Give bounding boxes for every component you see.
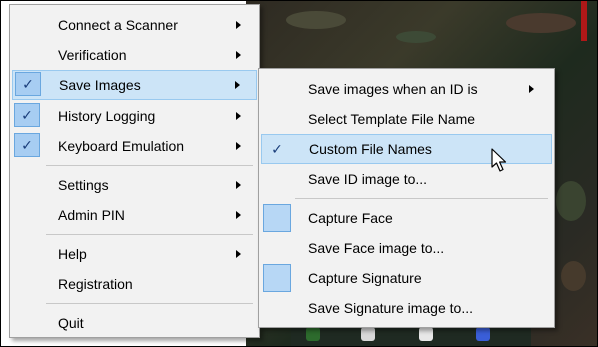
submenu-arrow-icon <box>235 81 240 89</box>
menu-item-label: Connect a Scanner <box>58 17 178 33</box>
unchecked-box-icon <box>263 264 291 292</box>
submenu-arrow-icon <box>236 112 241 120</box>
submenu-item-capture-face[interactable]: Capture Face <box>261 203 552 233</box>
save-images-submenu: Save images when an ID is Select Templat… <box>258 68 555 328</box>
taskbar-app-icon[interactable] <box>361 327 375 341</box>
taskbar-app-icon[interactable] <box>306 327 320 341</box>
menu-separator <box>46 303 253 304</box>
menu-item-label: Save images when an ID is <box>308 81 478 97</box>
submenu-arrow-icon <box>236 142 241 150</box>
menu-item-save-images[interactable]: ✓ Save Images <box>12 70 257 100</box>
mouse-pointer-icon <box>491 148 507 172</box>
taskbar-app-icon[interactable] <box>419 327 433 341</box>
menu-item-label: Verification <box>58 47 127 63</box>
submenu-arrow-icon <box>236 51 241 59</box>
menu-item-settings[interactable]: Settings <box>12 170 257 200</box>
checkmark-icon: ✓ <box>15 72 41 96</box>
checkmark-icon: ✓ <box>14 103 40 127</box>
menu-item-label: Admin PIN <box>58 207 125 223</box>
background-window-edge <box>581 1 587 41</box>
menu-separator <box>46 165 253 166</box>
menu-item-label: Capture Signature <box>308 270 422 286</box>
menu-item-admin-pin[interactable]: Admin PIN <box>12 200 257 230</box>
submenu-item-select-template-file-name[interactable]: Select Template File Name <box>261 104 552 134</box>
menu-item-label: Save ID image to... <box>308 171 428 187</box>
unchecked-box-icon <box>263 204 291 232</box>
menu-item-help[interactable]: Help <box>12 239 257 269</box>
submenu-arrow-icon <box>236 211 241 219</box>
menu-item-label: Settings <box>58 177 109 193</box>
menu-item-registration[interactable]: Registration <box>12 269 257 299</box>
menu-item-label: Capture Face <box>308 210 393 226</box>
menu-item-label: Custom File Names <box>309 141 432 157</box>
checkmark-icon: ✓ <box>271 140 283 157</box>
submenu-arrow-icon <box>529 85 534 93</box>
menu-item-label: History Logging <box>58 108 156 124</box>
menu-item-verification[interactable]: Verification <box>12 40 257 70</box>
menu-item-label: Select Template File Name <box>308 111 476 127</box>
checkmark-icon: ✓ <box>14 133 40 157</box>
submenu-arrow-icon <box>236 21 241 29</box>
menu-item-label: Registration <box>58 276 133 292</box>
menu-item-label: Quit <box>58 315 84 331</box>
submenu-item-save-images-when-id-is[interactable]: Save images when an ID is <box>261 74 552 104</box>
menu-item-label: Help <box>58 246 87 262</box>
submenu-arrow-icon <box>236 250 241 258</box>
taskbar-app-icon[interactable] <box>476 327 490 341</box>
menu-item-label: Keyboard Emulation <box>58 138 185 154</box>
menu-separator <box>46 234 253 235</box>
menu-item-label: Save Signature image to... <box>308 300 473 316</box>
menu-item-connect-a-scanner[interactable]: Connect a Scanner <box>12 10 257 40</box>
menu-item-label: Save Face image to... <box>308 240 445 256</box>
submenu-arrow-icon <box>236 181 241 189</box>
menu-separator <box>295 198 548 199</box>
menu-item-label: Save Images <box>59 77 141 93</box>
menu-item-history-logging[interactable]: ✓ History Logging <box>12 101 257 131</box>
main-context-menu: Connect a Scanner Verification ✓ Save Im… <box>9 4 260 338</box>
menu-item-keyboard-emulation[interactable]: ✓ Keyboard Emulation <box>12 131 257 161</box>
menu-item-quit[interactable]: Quit <box>12 308 257 338</box>
submenu-item-capture-signature[interactable]: Capture Signature <box>261 263 552 293</box>
submenu-item-save-signature-image-to[interactable]: Save Signature image to... <box>261 293 552 323</box>
submenu-item-save-face-image-to[interactable]: Save Face image to... <box>261 233 552 263</box>
